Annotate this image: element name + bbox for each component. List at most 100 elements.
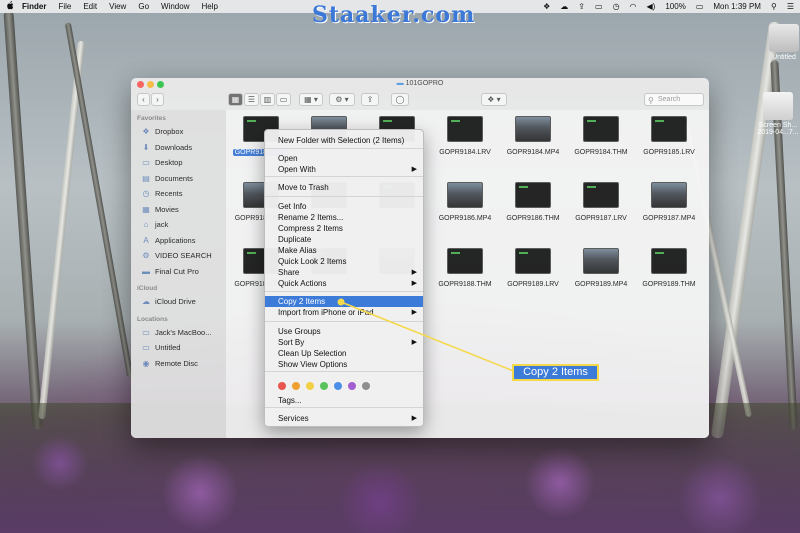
sidebar-item-desktop[interactable]: ▭ Desktop [131, 155, 226, 171]
context-menu-item-quick-actions[interactable]: Quick Actions ▶ [265, 278, 423, 289]
context-menu-item-sort-by[interactable]: Sort By ▶ [265, 337, 423, 348]
action-gear-button[interactable]: ⚙ ▾ [329, 93, 355, 106]
sidebar-item-documents[interactable]: ▤ Documents [131, 171, 226, 187]
context-menu-item-copy-2-items[interactable]: Copy 2 Items [265, 296, 423, 307]
sidebar-item-jack[interactable]: ⌂ jack [131, 217, 226, 233]
sidebar-item-icloud-drive[interactable]: ☁ iCloud Drive [131, 294, 226, 310]
back-button[interactable]: ‹ [137, 93, 150, 106]
tag-color-dot[interactable] [306, 382, 314, 390]
file-item[interactable]: GOPR9184.THM [566, 116, 636, 156]
notification-center-icon[interactable]: ☰ [787, 2, 794, 11]
submenu-arrow-icon: ▶ [411, 415, 417, 422]
sidebar-item-jack-s-macboo[interactable]: ▭ Jack's MacBoo... [131, 325, 226, 341]
file-item[interactable]: GOPR9189.MP4 [566, 248, 636, 288]
group-by-button[interactable]: ▦ ▾ [299, 93, 323, 106]
sidebar-item-video-search[interactable]: ⚙ VIDEO SEARCH [131, 248, 226, 264]
file-item[interactable]: GOPR9184.MP4 [498, 116, 568, 156]
file-thumbnail-icon [447, 116, 483, 142]
sidebar-item-dropbox[interactable]: ❖ Dropbox [131, 124, 226, 140]
column-view-button[interactable]: ▥ [260, 93, 275, 106]
menu-go[interactable]: Go [138, 2, 149, 11]
share-button[interactable]: ⇪ [361, 93, 379, 106]
battery-percent[interactable]: 100% [665, 2, 685, 11]
context-menu-item-get-info[interactable]: Get Info [265, 201, 423, 212]
time-machine-icon[interactable]: ◷ [613, 2, 620, 11]
context-menu-item-label: Clean Up Selection [278, 349, 347, 358]
file-item[interactable]: GOPR9189.THM [634, 248, 704, 288]
cloud-status-icon[interactable]: ☁ [560, 2, 568, 11]
desktop-item-label: Screen Sh... 2019-04...7... [757, 122, 799, 136]
sidebar-item-applications[interactable]: A Applications [131, 233, 226, 249]
menu-file[interactable]: File [58, 2, 71, 11]
spotlight-search-icon[interactable]: ⚲ [771, 2, 777, 11]
sidebar-item-recents[interactable]: ◷ Recents [131, 186, 226, 202]
sidebar-item-downloads[interactable]: ⬇ Downloads [131, 140, 226, 156]
tag-color-dot[interactable] [348, 382, 356, 390]
sidebar-item-label: Desktop [155, 158, 183, 168]
wifi-icon[interactable]: ◠ [630, 2, 637, 11]
menu-edit[interactable]: Edit [83, 2, 97, 11]
airplay-icon[interactable]: ▭ [595, 2, 603, 11]
copy-items-callout: Copy 2 Items [512, 364, 599, 381]
clock[interactable]: Mon 1:39 PM [713, 2, 761, 11]
menu-app-finder[interactable]: Finder [22, 2, 46, 11]
edit-tags-button[interactable]: ◯ [391, 93, 409, 106]
gallery-view-button[interactable]: ▭ [276, 93, 291, 106]
file-name: GOPR9184.THM [574, 149, 628, 156]
dropbox-toolbar-button[interactable]: ❖ ▾ [481, 93, 507, 106]
battery-icon[interactable]: ▭ [696, 2, 704, 11]
apple-menu-icon[interactable] [6, 1, 16, 12]
file-item[interactable]: GOPR9186.THM [498, 182, 568, 222]
desktop-drive-untitled[interactable]: Untitled [768, 24, 800, 61]
drive-icon: ▭ [142, 343, 150, 353]
dropbox-status-icon[interactable]: ❖ [543, 2, 550, 11]
context-menu-item-duplicate[interactable]: Duplicate [265, 234, 423, 245]
context-menu-item-label: Quick Actions [278, 279, 327, 288]
tag-color-dot[interactable] [334, 382, 342, 390]
context-menu-item-share[interactable]: Share ▶ [265, 267, 423, 278]
context-menu-item-compress-2-items[interactable]: Compress 2 Items [265, 223, 423, 234]
menu-help[interactable]: Help [201, 2, 217, 11]
file-item[interactable]: GOPR9187.LRV [566, 182, 636, 222]
context-menu-item-new-folder-with-selection-2-items[interactable]: New Folder with Selection (2 Items) [265, 135, 423, 146]
context-menu-item-label: Open [278, 154, 298, 163]
context-menu-item-rename-2-items[interactable]: Rename 2 Items... [265, 212, 423, 223]
menu-separator [265, 371, 423, 372]
file-item[interactable]: GOPR9188.THM [430, 248, 500, 288]
upload-status-icon[interactable]: ⇪ [578, 2, 585, 11]
file-item[interactable]: GOPR9187.MP4 [634, 182, 704, 222]
file-item[interactable]: GOPR9186.MP4 [430, 182, 500, 222]
context-menu-item-services[interactable]: Services ▶ [265, 413, 423, 424]
context-menu-item-open-with[interactable]: Open With ▶ [265, 164, 423, 175]
sidebar-item-movies[interactable]: ▦ Movies [131, 202, 226, 218]
icon-view-button[interactable]: ▦ [228, 93, 243, 106]
context-menu-item-clean-up-selection[interactable]: Clean Up Selection [265, 348, 423, 359]
volume-icon[interactable]: ◀) [647, 2, 656, 11]
context-menu-item-make-alias[interactable]: Make Alias [265, 245, 423, 256]
sidebar-section-header: Locations [137, 315, 168, 323]
tag-color-dot[interactable] [320, 382, 328, 390]
context-menu-item-import-from-iphone-or-ipad[interactable]: Import from iPhone or iPad ▶ [265, 307, 423, 318]
file-item[interactable]: GOPR9185.LRV [634, 116, 704, 156]
context-menu-item-quick-look-2-items[interactable]: Quick Look 2 Items [265, 256, 423, 267]
sidebar-item-remote-disc[interactable]: ◉ Remote Disc [131, 356, 226, 372]
tag-color-dot[interactable] [292, 382, 300, 390]
tag-color-dot[interactable] [362, 382, 370, 390]
file-item[interactable]: GOPR9189.LRV [498, 248, 568, 288]
context-menu-item-use-groups[interactable]: Use Groups [265, 326, 423, 337]
context-menu-item-show-view-options[interactable]: Show View Options [265, 359, 423, 370]
file-item[interactable]: GOPR9184.LRV [430, 116, 500, 156]
desktop-screenshot-file[interactable]: Screen Sh... 2019-04...7... [756, 92, 800, 136]
sidebar-item-final-cut-pro[interactable]: ▬ Final Cut Pro [131, 264, 226, 280]
list-view-button[interactable]: ☰ [244, 93, 259, 106]
tag-color-dot[interactable] [278, 382, 286, 390]
sidebar-item-untitled[interactable]: ▭ Untitled [131, 340, 226, 356]
context-menu-item-tags[interactable]: Tags... [265, 395, 423, 406]
menu-view[interactable]: View [109, 2, 126, 11]
sidebar-item-label: Applications [155, 235, 196, 245]
context-menu-item-move-to-trash[interactable]: Move to Trash [265, 182, 423, 193]
search-field[interactable]: ⚲ Search [644, 93, 704, 106]
menu-window[interactable]: Window [161, 2, 189, 11]
forward-button[interactable]: › [151, 93, 164, 106]
context-menu-item-open[interactable]: Open [265, 153, 423, 164]
